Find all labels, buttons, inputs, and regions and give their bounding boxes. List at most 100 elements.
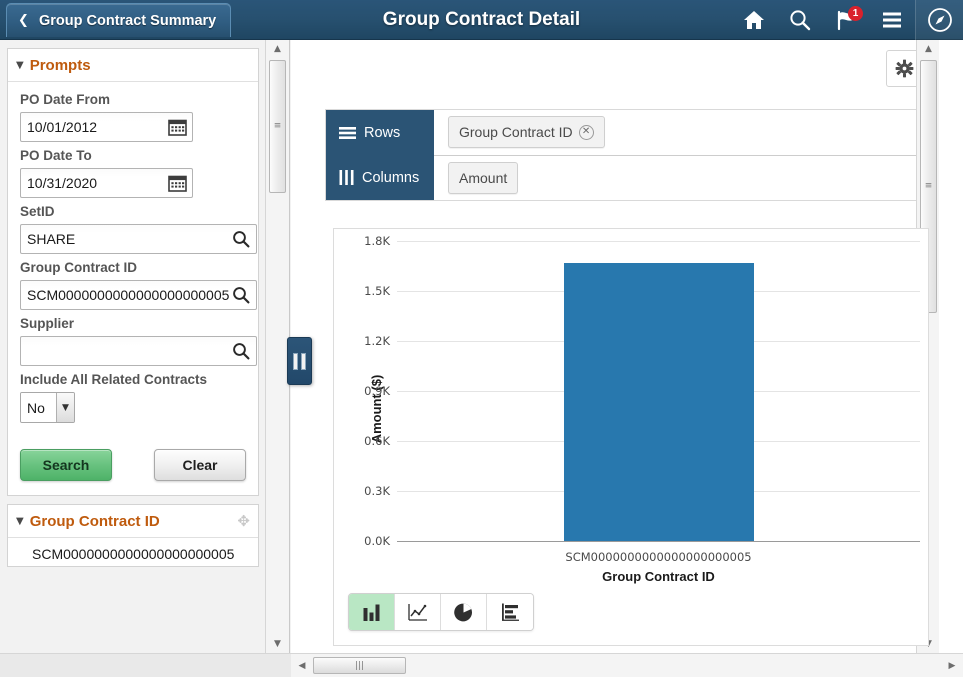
app-header: ❮ Group Contract Summary Group Contract … [0, 0, 963, 40]
chart-bar[interactable] [564, 263, 754, 541]
pause-collapse-icon[interactable] [287, 337, 312, 385]
chevron-left-icon: ❮ [15, 12, 32, 29]
sidebar-vertical-scrollbar[interactable]: ▲ ≡ ▼ [265, 40, 289, 653]
caret-down-icon[interactable]: ▼ [16, 516, 24, 527]
supplier-field[interactable] [20, 336, 257, 366]
application-window: ❮ Group Contract Summary Group Contract … [0, 0, 963, 677]
collapse-bar-left [293, 353, 298, 370]
prompts-title: Prompts [30, 57, 91, 74]
po-date-to-field[interactable] [20, 168, 193, 198]
clear-button[interactable]: Clear [154, 449, 246, 481]
scroll-up-arrow[interactable]: ▲ [917, 40, 940, 58]
po-date-from-field[interactable] [20, 112, 193, 142]
line-chart-icon[interactable] [395, 594, 441, 630]
calendar-icon[interactable] [166, 116, 188, 138]
lookup-search-icon[interactable] [230, 228, 252, 250]
chart-y-tick-label: 0.0K [364, 534, 390, 548]
include-all-related-contracts-label: Include All Related Contracts [20, 372, 246, 387]
prompt-action-buttons: Search Clear [20, 449, 246, 481]
include-all-related-contracts-select[interactable]: No ▼ [20, 392, 75, 423]
chart-y-tick-label: 0.3K [364, 484, 390, 498]
scrollbar-grip-icon: ≡ [925, 182, 933, 191]
back-to-group-contract-summary-button[interactable]: ❮ Group Contract Summary [6, 3, 231, 37]
remove-circle-icon[interactable]: ✕ [579, 125, 594, 140]
setid-label: SetID [20, 204, 246, 219]
horizontal-scroll-thumb[interactable]: ||| [313, 657, 406, 674]
pivot-columns-button[interactable]: Columns [326, 155, 434, 200]
horizontal-bar-chart-icon[interactable] [487, 594, 533, 630]
bottom-left-filler [0, 653, 291, 677]
collapse-bar-right [301, 353, 306, 370]
po-date-to-label: PO Date To [20, 148, 246, 163]
pivot-rows-button[interactable]: Rows [326, 110, 434, 155]
pivot-chip-group-contract-id[interactable]: Group Contract ID ✕ [448, 116, 605, 148]
pivot-configuration-panel: Rows Columns Group Contract ID ✕ [325, 109, 919, 201]
notification-badge-count: 1 [848, 6, 863, 21]
pivot-columns-label: Columns [362, 170, 419, 186]
home-icon[interactable] [731, 0, 777, 40]
chart-x-tick-label: SCM0000000000000000000005 [565, 550, 751, 564]
pivot-rows-label: Rows [364, 125, 400, 141]
group-contract-id-field[interactable] [20, 280, 257, 310]
bar-chart-icon[interactable] [349, 594, 395, 630]
pie-chart-icon[interactable] [441, 594, 487, 630]
prompts-body: PO Date From PO Date To [8, 82, 258, 495]
actions-menu-icon[interactable] [869, 0, 915, 40]
chart-canvas: Amount ($) 0.0K0.3K0.6K0.9K1.2K1.5K1.8KS… [334, 229, 928, 589]
sidebar-scroll-content: ▼ Prompts PO Date From PO Date To [0, 40, 266, 653]
group-contract-id-results-box: ▼ Group Contract ID ✥ SCM000000000000000… [7, 504, 259, 567]
setid-field[interactable] [20, 224, 257, 254]
supplier-input[interactable] [21, 337, 256, 365]
chart-x-axis-label: Group Contract ID [397, 569, 920, 584]
search-icon[interactable] [777, 0, 823, 40]
prompts-sidebar: ▼ Prompts PO Date From PO Date To [0, 40, 290, 653]
lookup-search-icon[interactable] [230, 340, 252, 362]
chart-y-tick-label: 1.8K [364, 234, 390, 248]
dropdown-arrow-icon[interactable]: ▼ [56, 393, 74, 422]
supplier-label: Supplier [20, 316, 246, 331]
notifications-flag-icon[interactable]: 1 [823, 0, 869, 40]
list-item[interactable]: SCM0000000000000000000005 [8, 538, 258, 566]
scroll-left-arrow[interactable]: ◀ [293, 654, 311, 677]
search-button[interactable]: Search [20, 449, 112, 481]
scroll-right-arrow[interactable]: ▶ [943, 654, 961, 677]
chip-label: Amount [459, 170, 507, 186]
back-button-label: Group Contract Summary [39, 13, 216, 29]
pivot-chip-amount[interactable]: Amount [448, 162, 518, 194]
setid-input[interactable] [21, 225, 256, 253]
scroll-up-arrow[interactable]: ▲ [266, 40, 289, 58]
sidebar-scroll-thumb[interactable]: ≡ [269, 60, 286, 193]
calendar-icon[interactable] [166, 172, 188, 194]
scroll-down-arrow[interactable]: ▼ [266, 635, 289, 653]
group-contract-id-label: Group Contract ID [20, 260, 246, 275]
results-header[interactable]: ▼ Group Contract ID ✥ [8, 505, 258, 538]
columns-icon [339, 170, 354, 185]
header-icon-group: 1 [731, 0, 963, 40]
pivot-columns-chips: Amount [434, 156, 918, 201]
chart-y-tick-label: 1.5K [364, 284, 390, 298]
caret-down-icon[interactable]: ▼ [16, 60, 24, 71]
group-contract-id-input[interactable] [21, 281, 256, 309]
rows-icon [339, 126, 356, 140]
navbar-compass-icon[interactable] [915, 0, 963, 40]
content-horizontal-scrollbar[interactable]: ◀ ||| ▶ [291, 653, 963, 677]
chart-plot-area: 0.0K0.3K0.6K0.9K1.2K1.5K1.8KSCM000000000… [397, 241, 920, 541]
chart-y-tick-label: 1.2K [364, 334, 390, 348]
move-grip-icon[interactable]: ✥ [237, 512, 250, 530]
prompts-group-box: ▼ Prompts PO Date From PO Date To [7, 48, 259, 496]
chart-type-toolbar [348, 593, 534, 631]
chart-gridline [397, 541, 920, 542]
chart-y-tick-label: 0.6K [364, 434, 390, 448]
analytics-chart-container: Amount ($) 0.0K0.3K0.6K0.9K1.2K1.5K1.8KS… [333, 228, 929, 646]
po-date-from-label: PO Date From [20, 92, 246, 107]
chart-y-tick-label: 0.9K [364, 384, 390, 398]
chart-gridline [397, 241, 920, 242]
chip-label: Group Contract ID [459, 124, 573, 140]
results-title: Group Contract ID [30, 513, 160, 530]
prompts-header[interactable]: ▼ Prompts [8, 49, 258, 82]
pivot-chip-area: Group Contract ID ✕ Amount [434, 110, 918, 200]
lookup-search-icon[interactable] [230, 284, 252, 306]
pivot-rows-chips: Group Contract ID ✕ [434, 110, 918, 156]
scrollbar-grip-icon: ≡ [274, 122, 282, 131]
pivot-axis-labels: Rows Columns [326, 110, 434, 200]
